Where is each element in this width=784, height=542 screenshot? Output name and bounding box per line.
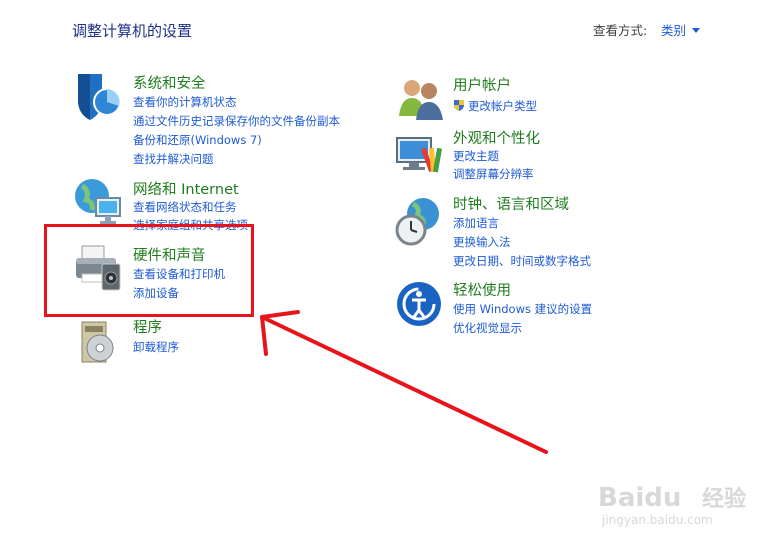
link-add-language[interactable]: 添加语言 [453, 215, 499, 231]
svg-text:Baidu: Baidu [598, 483, 681, 513]
category-title-ease[interactable]: 轻松使用 [453, 279, 511, 300]
category-title-clock[interactable]: 时钟、语言和区域 [453, 193, 569, 214]
category-title-network[interactable]: 网络和 Internet [133, 178, 239, 199]
link-screen-resolution[interactable]: 调整屏幕分辨率 [453, 166, 534, 182]
link-backup-restore[interactable]: 备份和还原(Windows 7) [133, 132, 262, 148]
link-file-history-backup[interactable]: 通过文件历史记录保存你的文件备份副本 [133, 113, 340, 129]
category-title-programs[interactable]: 程序 [133, 316, 162, 337]
view-by-label: 查看方式: [593, 23, 648, 38]
network-icon [75, 179, 121, 224]
baidu-watermark-logo: Baidu 经验 jingyan.baidu.com [598, 483, 746, 527]
shield-icon [78, 74, 121, 120]
chevron-down-icon [692, 28, 701, 33]
appearance-icon [396, 137, 443, 173]
view-by-dropdown[interactable]: 类别 [661, 20, 701, 39]
link-troubleshoot[interactable]: 查找并解决问题 [133, 151, 214, 167]
link-view-computer-status[interactable]: 查看你的计算机状态 [133, 94, 237, 110]
view-by-value: 类别 [661, 23, 687, 38]
link-change-account-type[interactable]: 更改帐户类型 [453, 98, 537, 114]
category-title-appearance[interactable]: 外观和个性化 [453, 127, 540, 148]
link-change-input-method[interactable]: 更换输入法 [453, 234, 511, 250]
annotation-highlight-box [44, 224, 254, 317]
category-title-users[interactable]: 用户帐户 [453, 74, 511, 95]
link-date-time-format[interactable]: 更改日期、时间或数字格式 [453, 253, 591, 269]
link-network-status[interactable]: 查看网络状态和任务 [133, 199, 237, 215]
link-optimize-visual-display[interactable]: 优化视觉显示 [453, 320, 522, 336]
uac-shield-icon [454, 100, 464, 111]
link-change-account-type-label: 更改帐户类型 [468, 99, 537, 113]
link-recommended-settings[interactable]: 使用 Windows 建议的设置 [453, 301, 592, 317]
category-title-system[interactable]: 系统和安全 [133, 72, 206, 93]
programs-icon [81, 321, 114, 363]
link-change-theme[interactable]: 更改主题 [453, 148, 499, 164]
page-title: 调整计算机的设置 [72, 22, 193, 40]
link-uninstall-program[interactable]: 卸载程序 [133, 339, 179, 355]
clock-globe-icon [395, 198, 439, 246]
svg-text:jingyan.baidu.com: jingyan.baidu.com [601, 513, 713, 527]
ease-of-access-icon [397, 282, 441, 326]
user-accounts-icon [399, 80, 443, 120]
svg-text:经验: 经验 [702, 486, 746, 512]
view-by: 查看方式: 类别 [593, 20, 701, 39]
